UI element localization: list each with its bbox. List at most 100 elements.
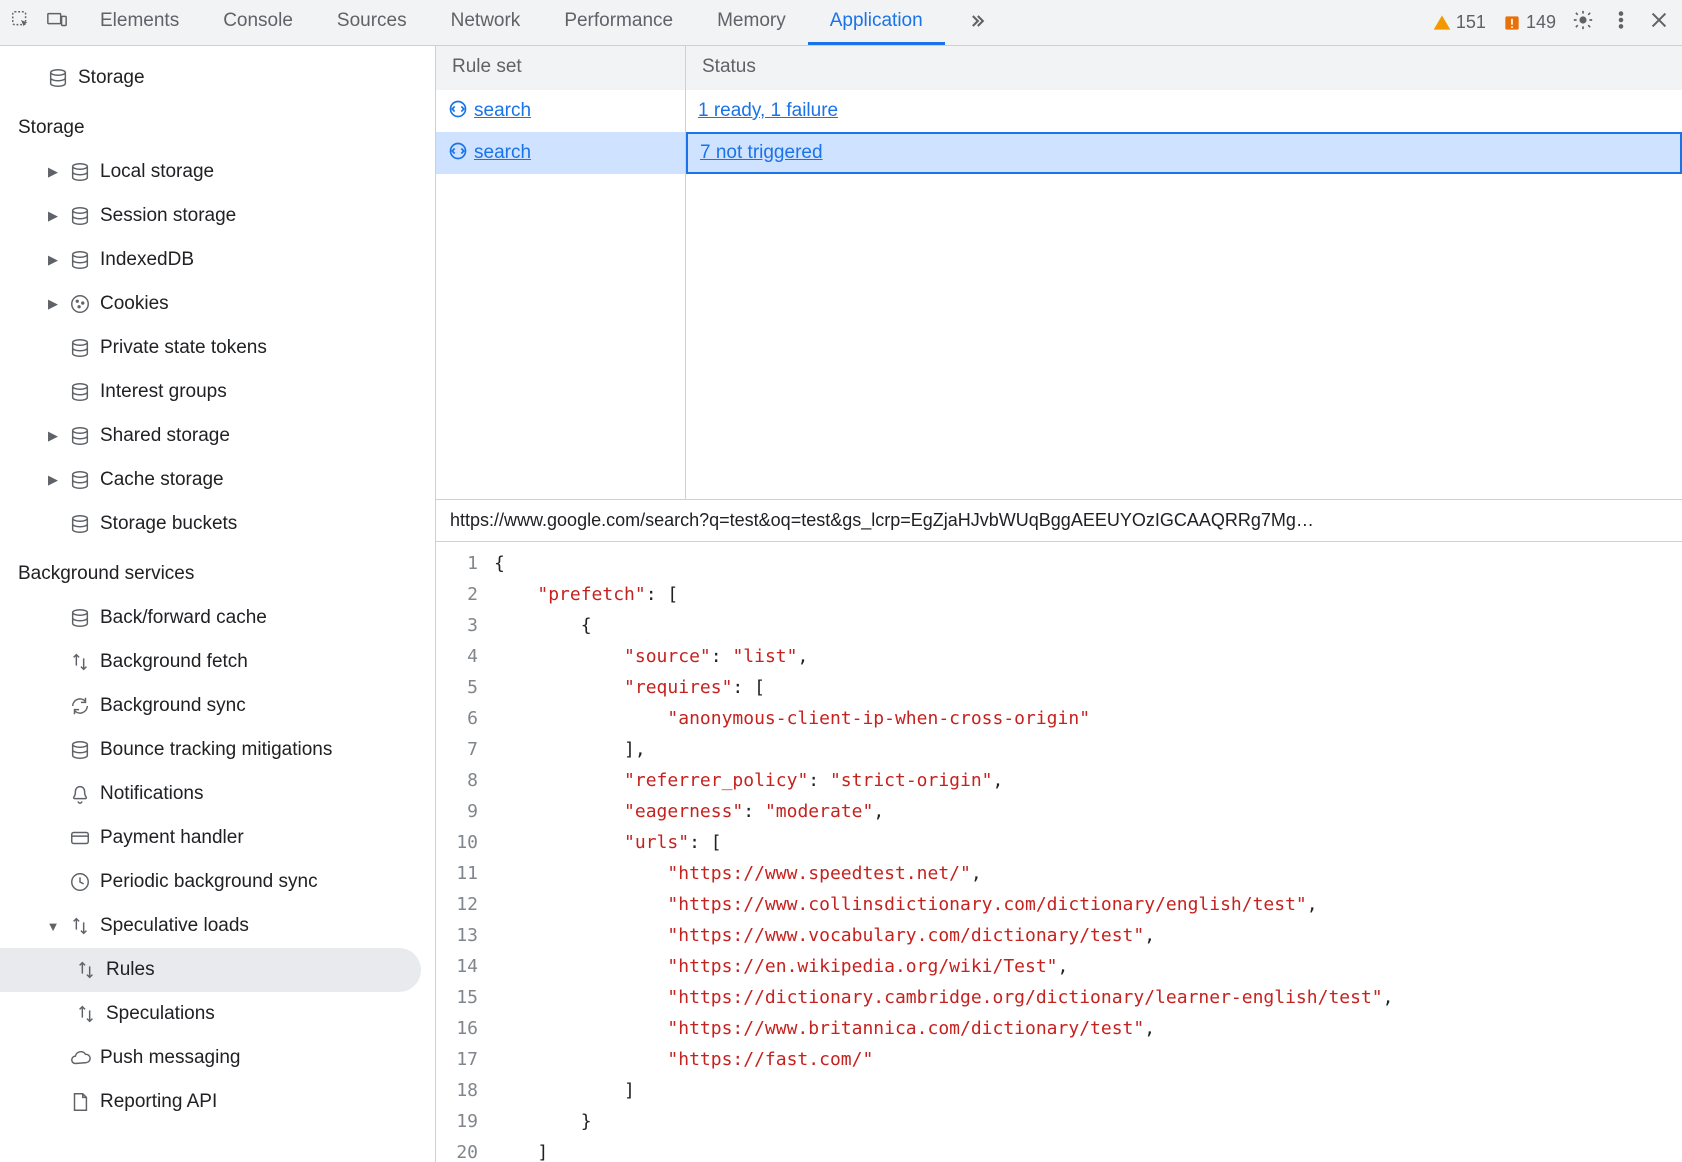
line-number: 7 [436, 734, 478, 765]
line-number: 5 [436, 672, 478, 703]
application-sidebar: Storage Storage ▶Local storage▶Session s… [0, 46, 436, 1162]
sidebar-item-private-state-tokens[interactable]: ▶Private state tokens [0, 326, 435, 370]
sidebar-label: Bounce tracking mitigations [100, 739, 332, 761]
kebab-menu-icon[interactable] [1610, 9, 1632, 36]
sidebar-item-local-storage[interactable]: ▶Local storage [0, 150, 435, 194]
sidebar-label: Reporting API [100, 1091, 217, 1113]
sidebar-item-shared-storage[interactable]: ▶Shared storage [0, 414, 435, 458]
sidebar-item-storage-buckets[interactable]: ▶Storage buckets [0, 502, 435, 546]
sidebar-item-periodic-background-sync[interactable]: ▶Periodic background sync [0, 860, 435, 904]
sidebar-label: Interest groups [100, 381, 227, 403]
settings-gear-icon[interactable] [1572, 9, 1594, 36]
code-line: } [494, 1106, 1393, 1137]
sidebar-label: Background fetch [100, 651, 248, 673]
line-number: 18 [436, 1075, 478, 1106]
sidebar-label: Periodic background sync [100, 871, 318, 893]
line-number: 13 [436, 920, 478, 951]
sidebar-item-notifications[interactable]: ▶Notifications [0, 772, 435, 816]
close-devtools-icon[interactable] [1648, 9, 1670, 36]
issues-count[interactable]: 149 [1502, 12, 1556, 33]
ruleset-status-row[interactable]: 1 ready, 1 failure [686, 90, 1682, 132]
sidebar-item-interest-groups[interactable]: ▶Interest groups [0, 370, 435, 414]
line-number: 6 [436, 703, 478, 734]
document-icon [68, 1090, 92, 1114]
right-panel: Rule set Status search search 1 ready, 1… [436, 46, 1682, 1162]
header-status: Status [686, 46, 1682, 90]
sidebar-item-cookies[interactable]: ▶Cookies [0, 282, 435, 326]
devtools-tab-network[interactable]: Network [429, 0, 543, 45]
sidebar-item-speculative-loads[interactable]: ▼ Speculative loads [0, 904, 435, 948]
sidebar-item-reporting-api[interactable]: ▶ Reporting API [0, 1080, 435, 1124]
topbar-right: 151 149 [1432, 9, 1676, 36]
code-line: "https://en.wikipedia.org/wiki/Test", [494, 951, 1393, 982]
sidebar-label: Payment handler [100, 827, 244, 849]
line-number: 20 [436, 1137, 478, 1162]
sidebar-item-speculations[interactable]: Speculations [0, 992, 435, 1036]
caret-right-icon: ▶ [46, 208, 60, 224]
sidebar-item-push-messaging[interactable]: ▶ Push messaging [0, 1036, 435, 1080]
code-line: ], [494, 734, 1393, 765]
sidebar-item-rules[interactable]: Rules [0, 948, 421, 992]
line-number: 19 [436, 1106, 478, 1137]
code-line: "referrer_policy": "strict-origin", [494, 765, 1393, 796]
devtools-tab-sources[interactable]: Sources [315, 0, 429, 45]
device-toolbar-icon[interactable] [46, 9, 68, 36]
speculation-url-bar[interactable]: https://www.google.com/search?q=test&oq=… [436, 500, 1682, 542]
sidebar-item-back/forward-cache[interactable]: ▶Back/forward cache [0, 596, 435, 640]
db-icon [68, 336, 92, 360]
line-number: 9 [436, 796, 478, 827]
ruleset-status-link[interactable]: 1 ready, 1 failure [698, 100, 838, 122]
sidebar-label: Speculative loads [100, 915, 249, 937]
sidebar-section-background: Background services [0, 552, 435, 596]
sidebar-item-bounce-tracking-mitigations[interactable]: ▶Bounce tracking mitigations [0, 728, 435, 772]
code-line: { [494, 548, 1393, 579]
bell-icon [68, 782, 92, 806]
updown-arrows-icon [74, 958, 98, 982]
sidebar-item-storage-root[interactable]: Storage [0, 56, 435, 100]
sidebar-label: Cache storage [100, 469, 224, 491]
section-label: Storage [18, 117, 85, 139]
caret-right-icon: ▶ [46, 164, 60, 180]
card-icon [68, 826, 92, 850]
devtools-tab-elements[interactable]: Elements [78, 0, 201, 45]
code-line: "https://www.vocabulary.com/dictionary/t… [494, 920, 1393, 951]
sidebar-item-background-sync[interactable]: ▶Background sync [0, 684, 435, 728]
sidebar-label: Private state tokens [100, 337, 267, 359]
sidebar-item-payment-handler[interactable]: ▶Payment handler [0, 816, 435, 860]
sidebar-item-indexeddb[interactable]: ▶IndexedDB [0, 238, 435, 282]
warnings-count[interactable]: 151 [1432, 12, 1486, 33]
sidebar-item-cache-storage[interactable]: ▶Cache storage [0, 458, 435, 502]
db-icon [68, 424, 92, 448]
code-line: "urls": [ [494, 827, 1393, 858]
sidebar-item-background-fetch[interactable]: ▶Background fetch [0, 640, 435, 684]
devtools-tab-memory[interactable]: Memory [695, 0, 808, 45]
code-line: "source": "list", [494, 641, 1393, 672]
ruleset-icon [448, 141, 468, 166]
line-number: 3 [436, 610, 478, 641]
db-icon [68, 512, 92, 536]
ruleset-row[interactable]: search [436, 90, 685, 132]
sidebar-item-session-storage[interactable]: ▶Session storage [0, 194, 435, 238]
ruleset-status-link[interactable]: 7 not triggered [700, 142, 823, 164]
ruleset-name-link[interactable]: search [474, 100, 531, 122]
ruleset-name-link[interactable]: search [474, 142, 531, 164]
inspect-element-icon[interactable] [10, 9, 32, 36]
topbar-left-icons [6, 9, 78, 36]
devtools-tab-console[interactable]: Console [201, 0, 315, 45]
updown-arrows-icon [68, 914, 92, 938]
line-number: 8 [436, 765, 478, 796]
devtools-tab-application[interactable]: Application [808, 0, 945, 45]
devtools-tab-performance[interactable]: Performance [542, 0, 695, 45]
json-source-viewer[interactable]: 123456789101112131415161718192021 { "pre… [436, 542, 1682, 1162]
clock-icon [68, 870, 92, 894]
db-icon [68, 738, 92, 762]
sidebar-label: Notifications [100, 783, 204, 805]
ruleset-row[interactable]: search [436, 132, 685, 174]
devtools-tabs: ElementsConsoleSourcesNetworkPerformance… [78, 0, 945, 45]
more-tabs-button[interactable] [945, 0, 1009, 45]
header-ruleset: Rule set [436, 46, 686, 90]
code-line: "https://www.speedtest.net/", [494, 858, 1393, 889]
ruleset-table: Rule set Status search search 1 ready, 1… [436, 46, 1682, 500]
line-number: 14 [436, 951, 478, 982]
ruleset-status-row[interactable]: 7 not triggered [686, 132, 1682, 174]
